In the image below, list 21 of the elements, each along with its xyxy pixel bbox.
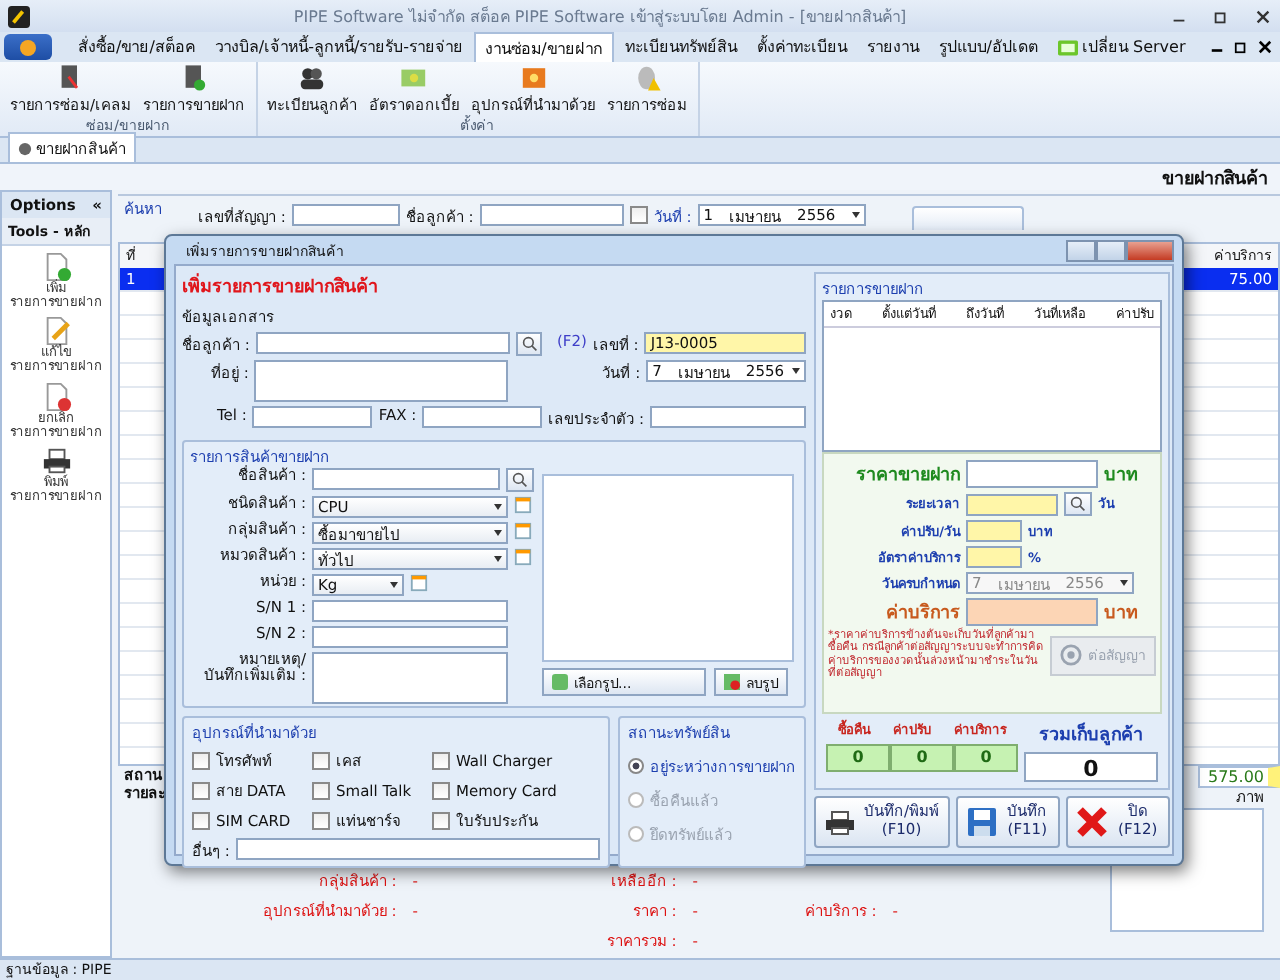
total-value: 0 xyxy=(890,744,954,772)
total-value: 0 xyxy=(826,744,890,772)
total-value: 0 xyxy=(954,744,1018,772)
menu-tab[interactable]: รายงาน xyxy=(856,32,929,62)
menu-tab[interactable]: สั่งซื้อ/ขาย/สต็อค xyxy=(68,32,205,62)
menu-tab[interactable]: ทะเบียนทรัพย์สิน xyxy=(614,32,747,62)
menu-tab[interactable]: เปลี่ยน Server xyxy=(1047,32,1196,62)
price-label: ราคาขายฝาก xyxy=(854,464,960,488)
total-cell: 575.00 xyxy=(1198,766,1280,788)
grand-total-label: รวมเก็บลูกค้า xyxy=(1039,720,1143,748)
unit-label: บาท xyxy=(1104,602,1138,626)
fee-label: ค่าบริการ xyxy=(884,600,960,626)
menu-tab[interactable]: ตั้งค่าทะเบียน xyxy=(746,32,857,62)
menu-tab[interactable]: งานซ่อม/ขายฝาก xyxy=(473,32,615,62)
dialog-heading: เพิ่มรายการขายฝากสินค้า xyxy=(182,272,806,300)
grand-total-value: 0 xyxy=(1024,752,1158,782)
unit-label: บาท xyxy=(1104,464,1138,488)
menu-tab[interactable]: รูปแบบ/อัปเดต xyxy=(928,32,1048,62)
window-title: PIPE Software ไม่จำกัด สต็อค PIPE Software เข้าสู่ระบบโดย Admin - [ขายฝากสินค้า] xyxy=(291,4,909,29)
menu-tab[interactable]: วางบิล/เจ้าหนี้-ลูกหนี้/รายรับ-รายจ่าย xyxy=(204,32,474,62)
page-header: ขายฝากสินค้า xyxy=(1162,166,1268,191)
